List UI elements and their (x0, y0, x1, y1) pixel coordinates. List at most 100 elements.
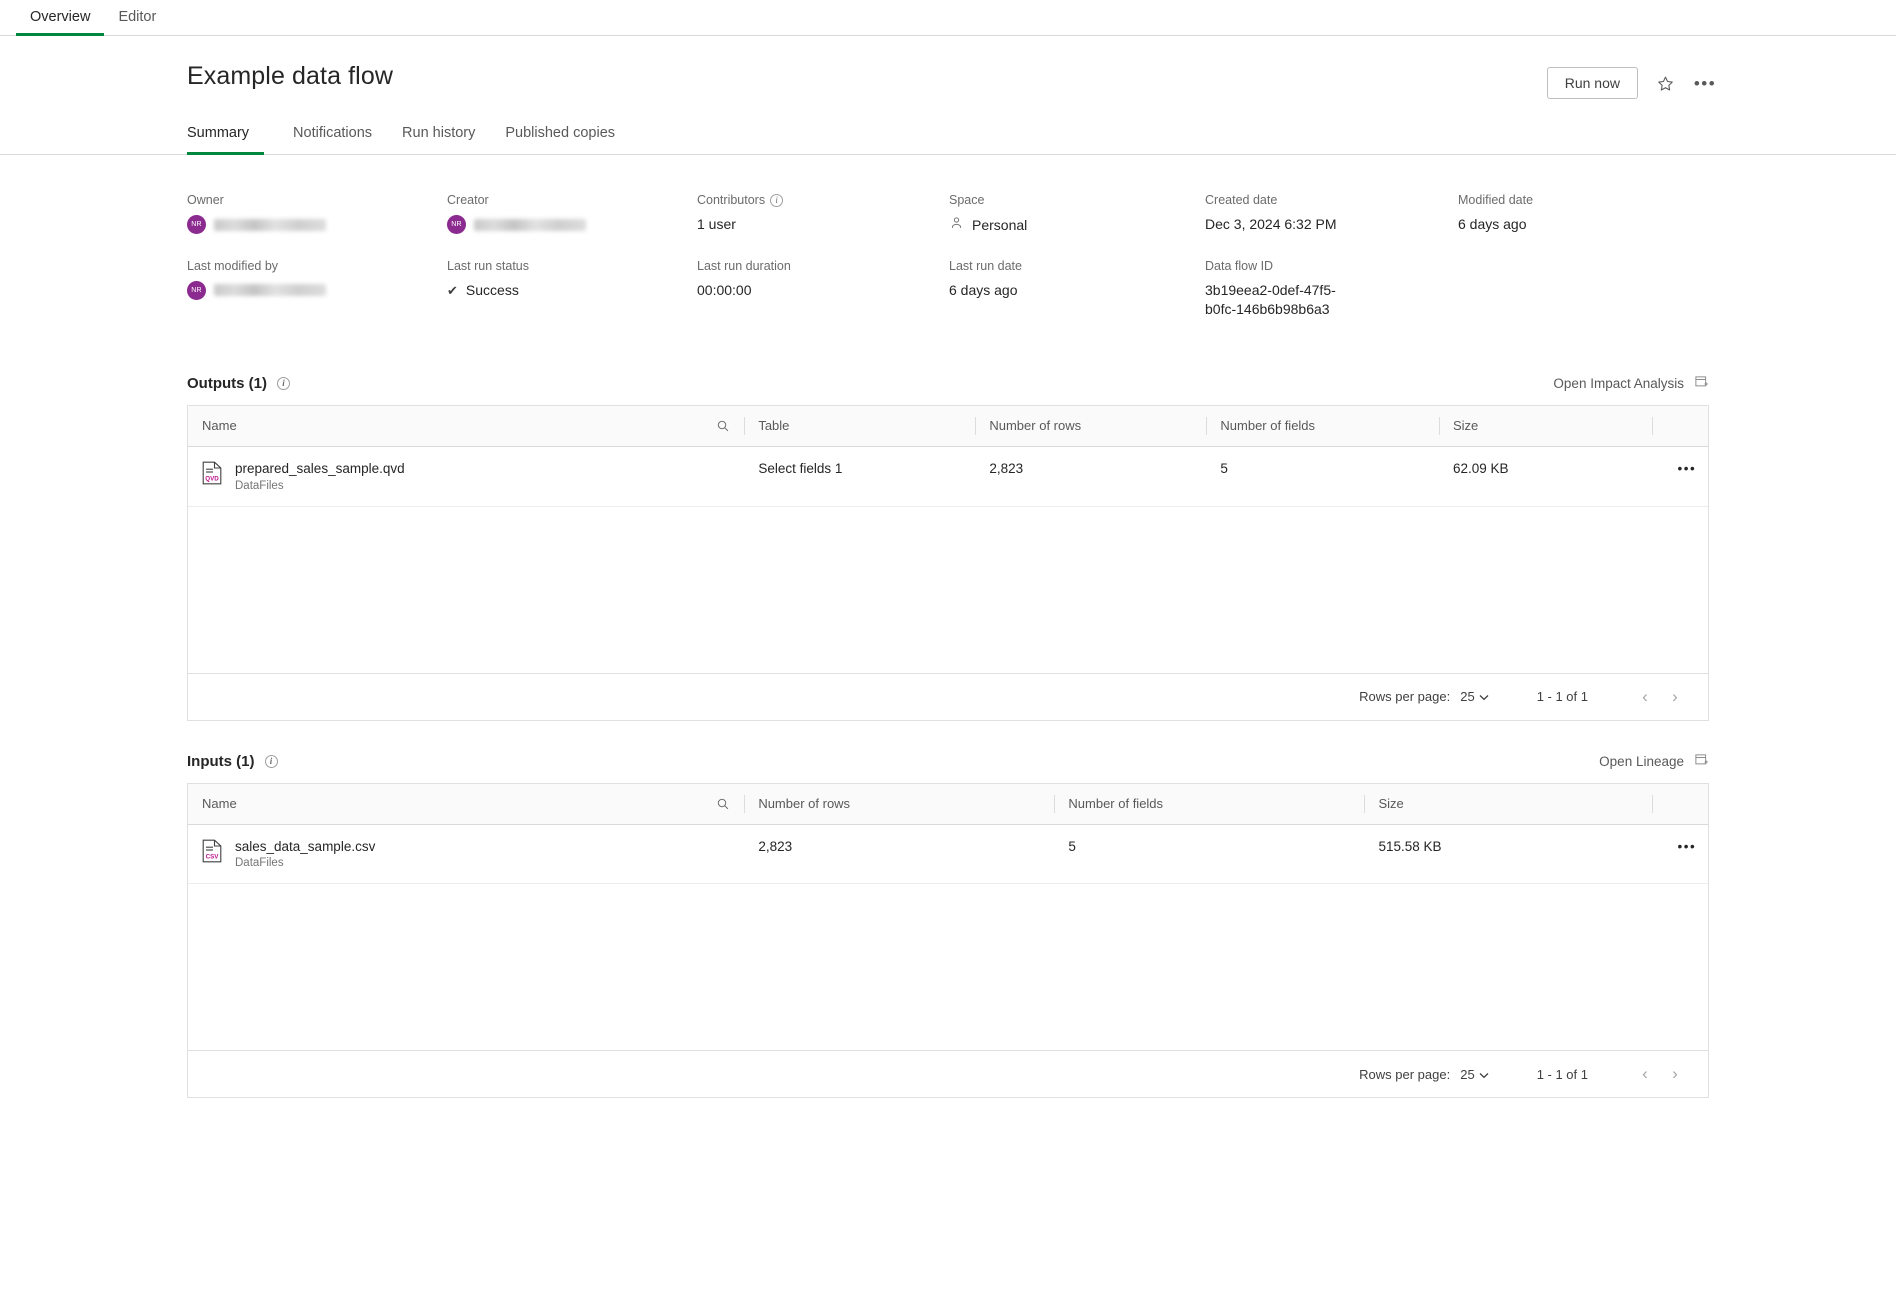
csv-file-icon: CSV (202, 839, 222, 863)
metadata-last-run-status-label: Last run status (447, 259, 697, 273)
inputs-file-name[interactable]: sales_data_sample.csv (235, 839, 375, 856)
outputs-col-size[interactable]: Size (1439, 405, 1652, 446)
outputs-header: Outputs (1) i Open Impact Analysis (187, 375, 1709, 405)
metadata-created-date-label: Created date (1205, 193, 1458, 207)
outputs-table-empty-space (188, 507, 1708, 673)
inputs-col-actions (1652, 783, 1708, 824)
metadata-last-run-date-label: Last run date (949, 259, 1205, 273)
metadata-modified-date-label: Modified date (1458, 193, 1698, 207)
outputs-col-actions (1652, 405, 1708, 446)
inputs-table-inner: Name Number of rows (188, 783, 1708, 1052)
info-icon[interactable]: i (265, 755, 278, 768)
outputs-col-number-of-fields[interactable]: Number of fields (1206, 405, 1439, 446)
inputs-next-page-icon[interactable]: › (1660, 1064, 1690, 1084)
page-header: Example data flow Run now ••• (0, 36, 1896, 99)
metadata-last-run-duration-label: Last run duration (697, 259, 949, 273)
open-lineage-link[interactable]: Open Lineage (1599, 753, 1709, 771)
tab-notifications[interactable]: Notifications (278, 125, 387, 155)
app-tab-editor-label: Editor (118, 9, 156, 25)
metadata-last-modified-by-value: NR (187, 281, 447, 300)
metadata-owner: Owner NR (187, 193, 447, 235)
app-tab-editor[interactable]: Editor (104, 0, 170, 36)
metadata-contributors-label-text: Contributors (697, 193, 765, 207)
page-body: Example data flow Run now ••• Summary No… (0, 36, 1896, 1098)
avatar: NR (187, 281, 206, 300)
metadata-space-text: Personal (972, 216, 1027, 235)
outputs-col-number-of-rows[interactable]: Number of rows (975, 405, 1206, 446)
app-tab-overview[interactable]: Overview (16, 0, 104, 36)
table-row[interactable]: CSV sales_data_sample.csv DataFiles (188, 824, 1708, 884)
outputs-rows-per-page-value: 25 (1460, 689, 1474, 704)
inputs-col-number-of-fields[interactable]: Number of fields (1054, 783, 1364, 824)
outputs-rows-per-page-select[interactable]: 25 (1460, 689, 1488, 704)
app-tab-bar: Overview Editor (0, 0, 1896, 36)
tab-published-copies-label: Published copies (505, 125, 615, 141)
open-in-new-window-icon (1694, 753, 1709, 771)
outputs-col-name[interactable]: Name (188, 405, 744, 446)
outputs-col-table[interactable]: Table (744, 405, 975, 446)
metadata-owner-label: Owner (187, 193, 447, 207)
outputs-cell-table: Select fields 1 (744, 446, 975, 506)
inputs-col-name[interactable]: Name (188, 783, 744, 824)
search-icon[interactable] (716, 797, 730, 811)
chevron-down-icon (1479, 689, 1489, 704)
app-tab-overview-label: Overview (30, 9, 90, 25)
open-impact-analysis-link[interactable]: Open Impact Analysis (1553, 375, 1709, 393)
info-icon[interactable]: i (277, 377, 290, 390)
outputs-cell-rows: 2,823 (975, 446, 1206, 506)
metadata-space-label: Space (949, 193, 1205, 207)
summary-tab-bar: Summary Notifications Run history Publis… (0, 125, 1896, 155)
inputs-prev-page-icon[interactable]: ‹ (1630, 1064, 1660, 1084)
metadata-last-modified-by: Last modified by NR (187, 259, 447, 319)
outputs-file-name[interactable]: prepared_sales_sample.qvd (235, 461, 405, 478)
inputs-table-body: CSV sales_data_sample.csv DataFiles (188, 824, 1708, 884)
metadata-grid: Owner NR Creator NR Contributors i 1 use… (0, 155, 1896, 319)
tab-run-history-label: Run history (402, 125, 475, 141)
metadata-data-flow-id: Data flow ID 3b19eea2-0def-47f5-b0fc-146… (1205, 259, 1458, 319)
ellipsis-icon[interactable]: ••• (1692, 70, 1718, 96)
qvd-file-icon: QVD (202, 461, 222, 485)
metadata-last-run-status: Last run status ✔ Success (447, 259, 697, 319)
inputs-row-ellipsis-icon[interactable]: ••• (1652, 824, 1708, 884)
metadata-contributors: Contributors i 1 user (697, 193, 949, 235)
tab-published-copies[interactable]: Published copies (490, 125, 630, 155)
outputs-prev-page-icon[interactable]: ‹ (1630, 687, 1660, 707)
open-lineage-label: Open Lineage (1599, 754, 1684, 769)
inputs-title-text: Inputs (1) (187, 753, 255, 770)
search-icon[interactable] (716, 419, 730, 433)
metadata-creator-label: Creator (447, 193, 697, 207)
svg-text:QVD: QVD (205, 475, 219, 482)
metadata-last-run-date-value: 6 days ago (949, 281, 1205, 300)
inputs-table-empty-space (188, 884, 1708, 1050)
outputs-title: Outputs (1) i (187, 375, 290, 392)
inputs-col-number-of-rows[interactable]: Number of rows (744, 783, 1054, 824)
metadata-creator: Creator NR (447, 193, 697, 235)
outputs-table-inner: Name Table Num (188, 405, 1708, 674)
inputs-header-row: Name Number of rows (188, 783, 1708, 824)
tab-summary[interactable]: Summary (187, 125, 264, 155)
info-icon[interactable]: i (770, 194, 783, 207)
outputs-table: Name Table Num (188, 405, 1708, 507)
table-row[interactable]: QVD prepared_sales_sample.qvd DataFiles (188, 446, 1708, 506)
metadata-last-run-date: Last run date 6 days ago (949, 259, 1205, 319)
metadata-last-run-duration: Last run duration 00:00:00 (697, 259, 949, 319)
outputs-pagination: Rows per page: 25 1 - 1 of 1 ‹ › (188, 674, 1708, 720)
inputs-header: Inputs (1) i Open Lineage (187, 753, 1709, 783)
inputs-cell-fields: 5 (1054, 824, 1364, 884)
metadata-contributors-label: Contributors i (697, 193, 949, 207)
inputs-pagination: Rows per page: 25 1 - 1 of 1 ‹ › (188, 1051, 1708, 1097)
metadata-owner-value: NR (187, 215, 447, 234)
outputs-row-ellipsis-icon[interactable]: ••• (1652, 446, 1708, 506)
outputs-file-source: DataFiles (235, 480, 405, 492)
outputs-cell-name: QVD prepared_sales_sample.qvd DataFiles (188, 446, 744, 506)
outputs-next-page-icon[interactable]: › (1660, 687, 1690, 707)
tab-run-history[interactable]: Run history (387, 125, 490, 155)
outputs-table-wrapper: Name Table Num (187, 405, 1709, 721)
run-now-button[interactable]: Run now (1547, 67, 1638, 99)
outputs-title-text: Outputs (1) (187, 375, 267, 392)
inputs-rows-per-page-select[interactable]: 25 (1460, 1067, 1488, 1082)
metadata-data-flow-id-label: Data flow ID (1205, 259, 1458, 273)
inputs-col-size[interactable]: Size (1364, 783, 1651, 824)
star-icon[interactable] (1652, 70, 1678, 96)
metadata-contributors-value: 1 user (697, 215, 949, 234)
